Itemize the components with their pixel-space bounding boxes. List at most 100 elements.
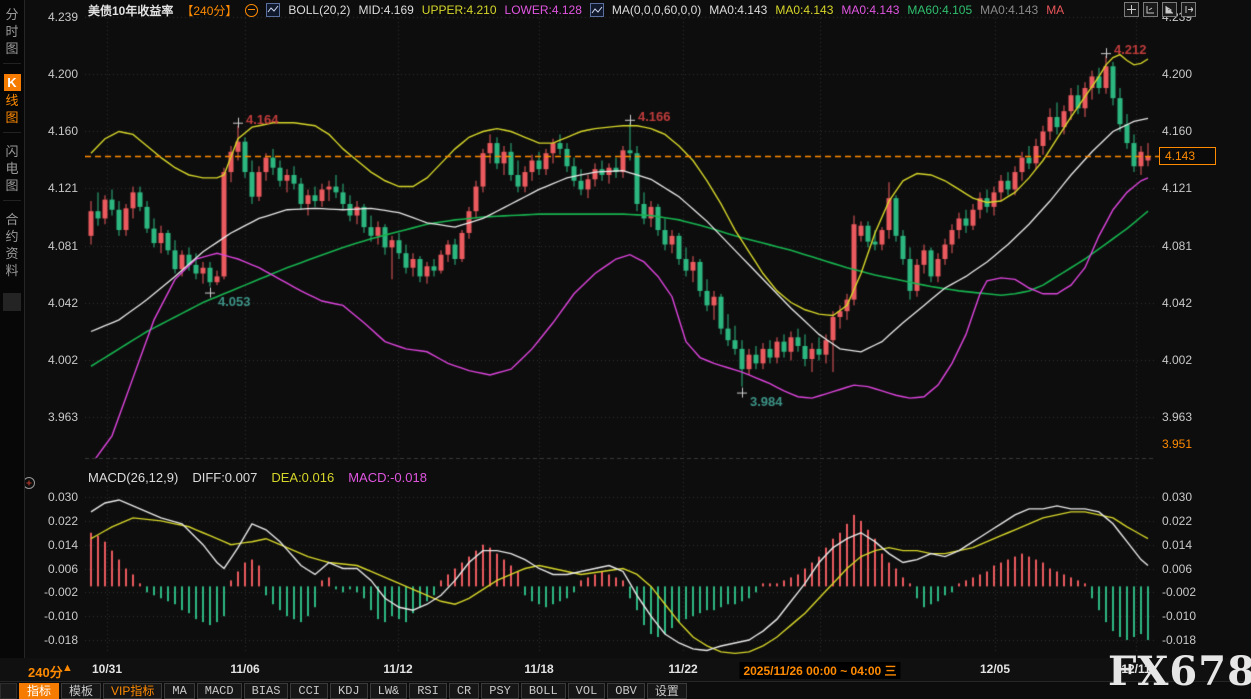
- boll-upper-value: UPPER:4.210: [422, 3, 497, 17]
- axis-tick-label: 0.022: [48, 514, 78, 528]
- tab-template[interactable]: 模板: [61, 683, 101, 699]
- trading-terminal: 分时图 K 线图 闪电图 合约资料 美债10年收益率 【240分】 BOLL(20…: [0, 0, 1251, 699]
- axis-tick-label: 0.014: [1162, 538, 1192, 552]
- pane-forward-icon[interactable]: [1162, 2, 1177, 17]
- axis-tick-label: 0.022: [1162, 514, 1192, 528]
- ma-value-0: MA0:4.143: [709, 3, 767, 17]
- sidebar-item-time-chart[interactable]: 分时图: [0, 6, 24, 57]
- instrument-title: 美债10年收益率: [88, 2, 173, 19]
- tab-cr[interactable]: CR: [449, 683, 479, 699]
- timeframe-selector[interactable]: 240分: [28, 662, 63, 681]
- sidebar: 分时图 K 线图 闪电图 合约资料: [0, 0, 25, 658]
- axis-tick-label: 0.014: [48, 538, 78, 552]
- macd-label-row: MACD(26,12,9) DIFF:0.007 DEA:0.016 MACD:…: [88, 470, 427, 485]
- axis-tick-label: 4.042: [1162, 296, 1192, 310]
- axis-tick-label: 4.160: [1162, 124, 1192, 138]
- kline-active-marker: K: [4, 74, 21, 91]
- kline-label-tail: 线图: [5, 93, 18, 125]
- axis-tick-label: 4.121: [1162, 181, 1192, 195]
- sidebar-divider: [3, 132, 21, 133]
- tab-lw[interactable]: LW&: [370, 683, 408, 699]
- sidebar-divider: [3, 63, 21, 64]
- tab-vip-indicator[interactable]: VIP指标: [103, 683, 162, 699]
- tab-macd[interactable]: MACD: [197, 683, 242, 699]
- axis-tick-label: -0.010: [1162, 609, 1196, 623]
- axis-tick-label: 0.030: [48, 490, 78, 504]
- macd-value: MACD:-0.018: [348, 470, 427, 485]
- axis-tick-label: 3.963: [1162, 410, 1192, 424]
- range-low-badge: 3.951: [1162, 437, 1192, 451]
- axis-tick-label: -0.010: [44, 609, 78, 623]
- right-price-axis: 4.2394.2004.1604.1214.0814.0424.0023.963…: [1160, 0, 1251, 658]
- x-axis-label: 11/18: [524, 662, 553, 676]
- last-price-badge: 4.143: [1159, 147, 1216, 165]
- boll-lower-value: LOWER:4.128: [505, 3, 582, 17]
- tab-bias[interactable]: BIAS: [244, 683, 289, 699]
- axis-tick-label: 0.006: [48, 562, 78, 576]
- sidebar-item-contract-info[interactable]: 合约资料: [0, 211, 24, 279]
- axis-tick-label: -0.018: [1162, 633, 1196, 647]
- tab-obv[interactable]: OBV: [607, 683, 645, 699]
- x-axis-label: 12/05: [980, 662, 1010, 676]
- axis-tick-label: 3.963: [48, 410, 78, 424]
- axis-tick-label: 4.160: [48, 124, 78, 138]
- tab-boll[interactable]: BOLL: [521, 683, 566, 699]
- x-axis-label: 11/12: [383, 662, 412, 676]
- boll-indicator-icon[interactable]: [266, 3, 280, 17]
- pane-backward-icon[interactable]: [1143, 2, 1158, 17]
- tab-indicator[interactable]: 指标: [19, 683, 59, 699]
- tab-psy[interactable]: PSY: [481, 683, 519, 699]
- boll-mid-value: MID:4.169: [358, 3, 413, 17]
- sidebar-scroll-thumb[interactable]: [3, 293, 21, 311]
- ma-indicator-icon[interactable]: [590, 3, 604, 17]
- axis-tick-label: -0.002: [44, 585, 78, 599]
- axis-tick-label: 0.006: [1162, 562, 1192, 576]
- tab-ma[interactable]: MA: [164, 683, 194, 699]
- axis-tick-label: 4.002: [1162, 353, 1192, 367]
- axis-tick-label: 4.121: [48, 181, 78, 195]
- macd-dea-value: DEA:0.016: [271, 470, 334, 485]
- timeframe-arrow-icon[interactable]: ▲: [62, 662, 73, 674]
- tab-settings[interactable]: 设置: [647, 683, 687, 699]
- tab-vol[interactable]: VOL: [568, 683, 606, 699]
- ma-value-1: MA0:4.143: [775, 3, 833, 17]
- indicator-tab-bar: 指标 模板 VIP指标 MA MACD BIAS CCI KDJ LW& RSI…: [0, 681, 1251, 699]
- zoom-out-icon[interactable]: [245, 4, 258, 17]
- tab-kdj[interactable]: KDJ: [330, 683, 368, 699]
- ma-value-3: MA60:4.105: [907, 3, 972, 17]
- ma-value-4: MA0:4.143: [980, 3, 1038, 17]
- sidebar-item-lightning-chart[interactable]: 闪电图: [0, 143, 24, 194]
- chart-header: 美债10年收益率 【240分】 BOLL(20,2) MID:4.169 UPP…: [88, 2, 1064, 18]
- macd-diff-value: DIFF:0.007: [192, 470, 257, 485]
- boll-params: BOLL(20,2): [288, 3, 350, 17]
- x-axis-label: 11/22: [668, 662, 697, 676]
- x-axis-row: 240分 ▲ 10/31 11/06 11/12 11/18 11/22 2025/11/…: [0, 658, 1251, 681]
- axis-tick-label: 4.200: [48, 67, 78, 81]
- candlestick-chart-canvas[interactable]: [85, 0, 1160, 658]
- axis-tick-label: 4.200: [1162, 67, 1192, 81]
- timeframe-badge[interactable]: 【240分】: [181, 2, 237, 19]
- axis-tick-label: 0.030: [1162, 490, 1192, 504]
- axis-tick-label: -0.002: [1162, 585, 1196, 599]
- ma-params: MA(0,0,0,60,0,0): [612, 3, 701, 17]
- axis-tick-label: 4.081: [1162, 239, 1192, 253]
- axis-tick-label: 4.081: [48, 239, 78, 253]
- sidebar-divider: [3, 200, 21, 201]
- watermark: FX678: [1108, 648, 1251, 695]
- x-axis-label: 11/06: [230, 662, 259, 676]
- x-axis-label: 10/31: [92, 662, 122, 676]
- ma-value-2: MA0:4.143: [841, 3, 899, 17]
- corner-button[interactable]: [0, 683, 17, 699]
- axis-tick-label: 4.002: [48, 353, 78, 367]
- sidebar-item-kline-chart[interactable]: K 线图: [0, 74, 24, 126]
- macd-params: MACD(26,12,9): [88, 470, 178, 485]
- crosshair-icon[interactable]: [1124, 2, 1139, 17]
- tab-cci[interactable]: CCI: [290, 683, 328, 699]
- chart-toolbar: [1124, 2, 1196, 17]
- ma-value-5: MA: [1046, 3, 1064, 17]
- tab-rsi[interactable]: RSI: [409, 683, 447, 699]
- exit-icon[interactable]: [1181, 2, 1196, 17]
- hovered-bar-time-label: 2025/11/26 00:00 ~ 04:00 三: [739, 662, 900, 679]
- axis-tick-label: 4.239: [48, 10, 78, 24]
- axis-tick-label: 4.042: [48, 296, 78, 310]
